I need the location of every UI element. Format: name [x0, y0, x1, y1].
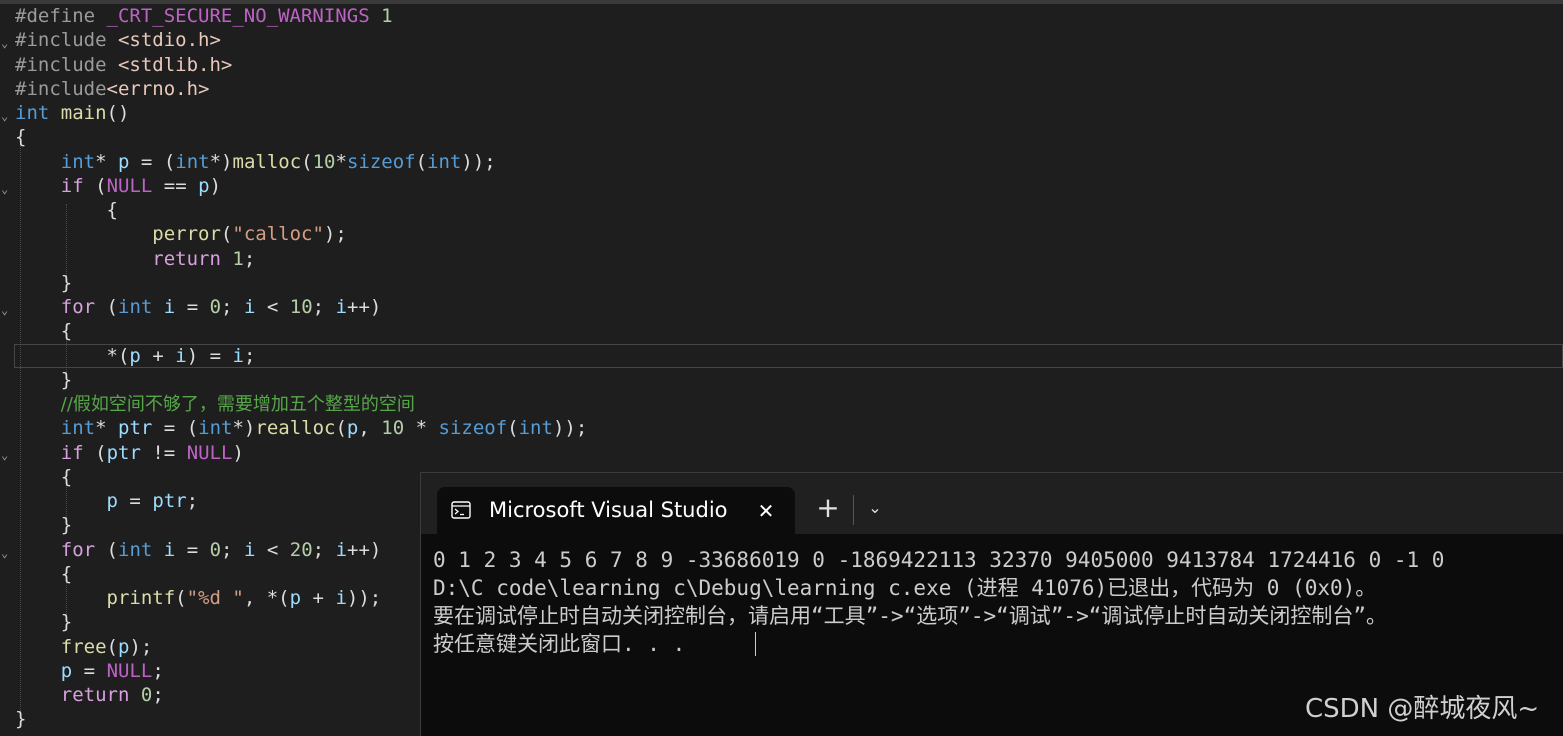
text-cursor: [755, 632, 756, 656]
chevron-down-icon[interactable]: ⌄: [861, 493, 889, 523]
new-tab-button[interactable]: +: [813, 493, 843, 523]
code-line-8[interactable]: if (NULL == p): [15, 174, 221, 198]
code-line-9[interactable]: {: [15, 198, 118, 222]
code-line-21[interactable]: p = ptr;: [15, 489, 199, 513]
terminal-output-line: 要在调试停止时自动关闭控制台，请启用“工具”->“选项”->“调试”->“调试停…: [433, 604, 1387, 628]
csdn-watermark: CSDN @醉城夜风~: [1305, 694, 1540, 724]
code-line-26[interactable]: }: [15, 610, 72, 634]
code-line-25[interactable]: printf("%d ", *(p + i));: [15, 586, 382, 610]
code-line-29[interactable]: return 0;: [15, 683, 164, 707]
code-line-13[interactable]: for (int i = 0; i < 10; i++): [15, 295, 382, 319]
terminal-tab[interactable]: Microsoft Visual Studio 调试控制台 ✕: [437, 487, 795, 534]
terminal-icon: [451, 501, 471, 519]
fold-chevron-icon[interactable]: ⌄: [1, 444, 11, 468]
code-line-10[interactable]: perror("calloc");: [15, 222, 347, 246]
code-line-30[interactable]: }: [15, 707, 26, 731]
code-line-4[interactable]: #include<errno.h>: [15, 77, 209, 101]
fold-chevron-icon[interactable]: ⌄: [1, 542, 11, 566]
close-icon[interactable]: ✕: [751, 496, 781, 526]
code-line-23[interactable]: for (int i = 0; i < 20; i++): [15, 538, 382, 562]
code-line-7[interactable]: int* p = (int*)malloc(10*sizeof(int));: [15, 150, 496, 174]
code-line-24[interactable]: {: [15, 562, 72, 586]
code-line-17[interactable]: //假如空间不够了，需要增加五个整型的空间: [15, 392, 415, 416]
code-line-22[interactable]: }: [15, 513, 72, 537]
fold-chevron-icon[interactable]: ⌄: [1, 32, 11, 56]
tab-separator: [853, 495, 854, 525]
code-line-2[interactable]: #include <stdio.h>: [15, 28, 221, 52]
terminal-output-line: D:\C code\learning c\Debug\learning c.ex…: [433, 576, 1377, 600]
code-line-14[interactable]: {: [15, 319, 72, 343]
code-line-16[interactable]: }: [15, 368, 72, 392]
debug-console-window[interactable]: Microsoft Visual Studio 调试控制台 ✕ + ⌄ 0 1 …: [420, 472, 1563, 736]
terminal-tab-title: Microsoft Visual Studio 调试控制台: [489, 498, 735, 522]
code-line-6[interactable]: {: [15, 125, 26, 149]
code-line-12[interactable]: }: [15, 271, 72, 295]
terminal-output-line: 按任意键关闭此窗口. . .: [433, 632, 686, 656]
fold-chevron-icon[interactable]: ⌄: [1, 178, 11, 202]
code-line-28[interactable]: p = NULL;: [15, 659, 164, 683]
terminal-output-line: 0 1 2 3 4 5 6 7 8 9 -33686019 0 -1869422…: [433, 548, 1445, 572]
code-line-20[interactable]: {: [15, 465, 72, 489]
code-line-1[interactable]: #define _CRT_SECURE_NO_WARNINGS 1: [15, 4, 393, 28]
code-line-15[interactable]: *(p + i) = i;: [15, 344, 256, 368]
code-line-18[interactable]: int* ptr = (int*)realloc(p, 10 * sizeof(…: [15, 416, 588, 440]
terminal-tab-bar: Microsoft Visual Studio 调试控制台 ✕ + ⌄: [421, 473, 1563, 534]
fold-chevron-icon[interactable]: ⌄: [1, 105, 11, 129]
code-line-27[interactable]: free(p);: [15, 635, 153, 659]
fold-chevron-icon[interactable]: ⌄: [1, 299, 11, 323]
code-line-19[interactable]: if (ptr != NULL): [15, 441, 244, 465]
code-line-3[interactable]: #include <stdlib.h>: [15, 53, 232, 77]
code-line-11[interactable]: return 1;: [15, 247, 255, 271]
code-line-5[interactable]: int main(): [15, 101, 129, 125]
